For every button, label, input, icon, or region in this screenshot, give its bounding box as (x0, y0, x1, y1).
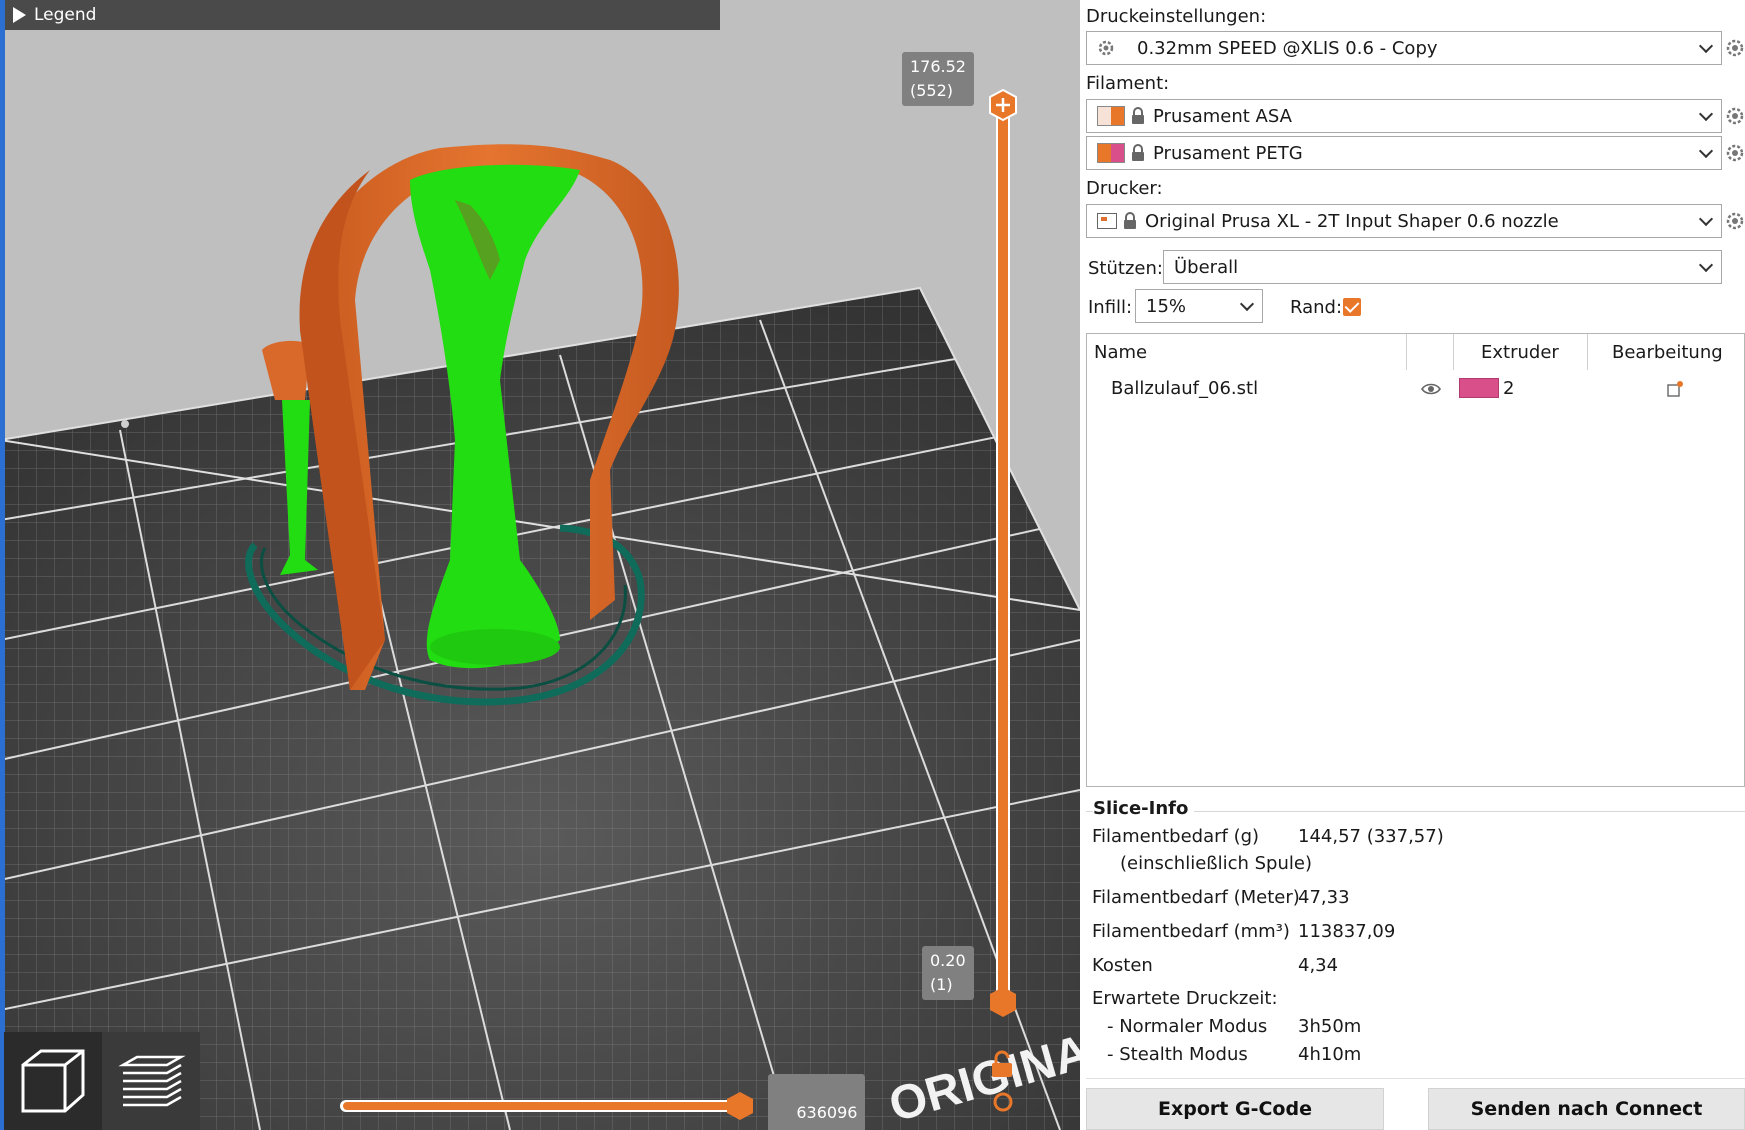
horizontal-thumb-tooltip: 636096 (768, 1074, 866, 1130)
edit-settings-icon[interactable] (1666, 380, 1684, 398)
lock-icon (1132, 107, 1144, 124)
eye-icon[interactable] (1421, 382, 1441, 396)
filament-mm3-value: 113837,09 (1298, 921, 1396, 942)
3d-viewport[interactable]: ORIGINAL Legend 176.52 (552) 0.20 (1) 63… (0, 0, 1080, 1130)
column-header-name[interactable]: Name (1094, 342, 1147, 363)
stealth-mode-label: - Stealth Modus (1107, 1044, 1248, 1065)
stealth-mode-value: 4h10m (1298, 1044, 1362, 1065)
supports-label: Stützen: (1088, 258, 1163, 279)
send-to-connect-button[interactable]: Senden nach Connect (1428, 1088, 1745, 1130)
printer-label: Drucker: (1086, 178, 1163, 199)
print-bed (0, 286, 1080, 1130)
lock-icon (1132, 144, 1144, 161)
printer-name: Original Prusa XL - 2T Input Shaper 0.6 … (1145, 210, 1559, 232)
filament-2-dropdown[interactable]: Prusament PETG (1086, 136, 1722, 170)
infill-value: 15% (1146, 295, 1187, 317)
layers-icon (118, 1055, 186, 1107)
upper-height-value: 176.52 (910, 57, 966, 76)
lower-height-value: 0.20 (930, 951, 966, 970)
supports-dropdown[interactable]: Überall (1163, 250, 1722, 284)
slice-info-panel: Slice-Info Filamentbedarf (g) 144,57 (33… (1086, 792, 1745, 1077)
normal-mode-value: 3h50m (1298, 1016, 1362, 1037)
lower-layer-value: (1) (930, 975, 953, 994)
column-header-edit[interactable]: Bearbeitung (1612, 342, 1723, 363)
legend-label: Legend (34, 5, 97, 25)
filament-m-value: 47,33 (1298, 887, 1350, 908)
filament-g-sub: (einschließlich Spule) (1120, 853, 1312, 874)
column-header-extruder[interactable]: Extruder (1481, 342, 1559, 363)
gear-icon (1098, 40, 1114, 56)
chevron-down-icon (1239, 296, 1255, 312)
scene-canvas[interactable]: ORIGINAL (0, 0, 1080, 1130)
table-row[interactable]: Ballzulauf_06.stl 2 (1087, 374, 1744, 406)
preview-layers-button[interactable] (102, 1032, 200, 1130)
print-profile-value: 0.32mm SPEED @XLIS 0.6 - Copy (1137, 37, 1438, 59)
filament-label: Filament: (1086, 73, 1170, 94)
filament-1-dropdown[interactable]: Prusament ASA (1086, 99, 1722, 133)
chevron-down-icon (1698, 38, 1714, 54)
legend-toggle[interactable]: Legend (5, 0, 720, 30)
filament-1-name: Prusament ASA (1153, 105, 1292, 127)
print-settings-gear-icon[interactable] (1725, 38, 1745, 58)
3d-view-button[interactable] (4, 1032, 102, 1130)
printer-gear-icon[interactable] (1725, 211, 1745, 231)
expand-triangle-icon (13, 7, 26, 23)
chevron-down-icon (1698, 257, 1714, 273)
filament-1-color-swatch (1097, 106, 1125, 126)
filament-g-label: Filamentbedarf (g) (1092, 826, 1260, 847)
move-value: 636096 (796, 1103, 858, 1122)
slice-info-title: Slice-Info (1093, 798, 1195, 819)
cost-label: Kosten (1092, 955, 1153, 976)
extruder-number: 2 (1503, 378, 1515, 399)
printer-dropdown[interactable]: Original Prusa XL - 2T Input Shaper 0.6 … (1086, 204, 1722, 238)
cost-value: 4,34 (1298, 955, 1339, 976)
left-edge-strip (0, 0, 5, 1130)
filament-g-value: 144,57 (337,57) (1298, 826, 1444, 847)
cube-icon (21, 1049, 85, 1113)
lock-icon (1124, 212, 1136, 229)
normal-mode-label: - Normaler Modus (1107, 1016, 1268, 1037)
printer-icon (1097, 213, 1117, 229)
chevron-down-icon (1698, 143, 1714, 159)
export-gcode-button[interactable]: Export G-Code (1086, 1088, 1384, 1130)
infill-dropdown[interactable]: 15% (1135, 289, 1263, 323)
settings-sidebar: Druckeinstellungen: 0.32mm SPEED @XLIS 0… (1080, 0, 1745, 1130)
upper-layer-value: (552) (910, 81, 954, 100)
filament-2-gear-icon[interactable] (1725, 143, 1745, 163)
object-list[interactable]: Name Extruder Bearbeitung Ballzulauf_06.… (1086, 333, 1745, 787)
object-name: Ballzulauf_06.stl (1111, 378, 1259, 399)
brim-label: Rand: (1290, 297, 1343, 318)
filament-2-name: Prusament PETG (1153, 142, 1303, 164)
upper-thumb[interactable] (989, 88, 1017, 122)
upper-thumb-tooltip: 176.52 (552) (902, 52, 974, 106)
filament-mm3-label: Filamentbedarf (mm³) (1092, 921, 1290, 942)
print-profile-dropdown[interactable]: 0.32mm SPEED @XLIS 0.6 - Copy (1086, 31, 1722, 65)
supports-value: Überall (1174, 256, 1239, 278)
extruder-color-swatch[interactable] (1459, 378, 1499, 398)
print-settings-label: Druckeinstellungen: (1086, 6, 1267, 27)
print-time-label: Erwartete Druckzeit: (1092, 988, 1278, 1009)
filament-1-gear-icon[interactable] (1725, 106, 1745, 126)
infill-label: Infill: (1088, 297, 1133, 318)
chevron-down-icon (1698, 211, 1714, 227)
chevron-down-icon (1698, 106, 1714, 122)
brim-checkbox[interactable] (1343, 298, 1361, 316)
filament-2-color-swatch (1097, 143, 1125, 163)
lower-thumb-tooltip: 0.20 (1) (922, 946, 974, 1000)
filament-m-label: Filamentbedarf (Meter) (1092, 887, 1300, 908)
